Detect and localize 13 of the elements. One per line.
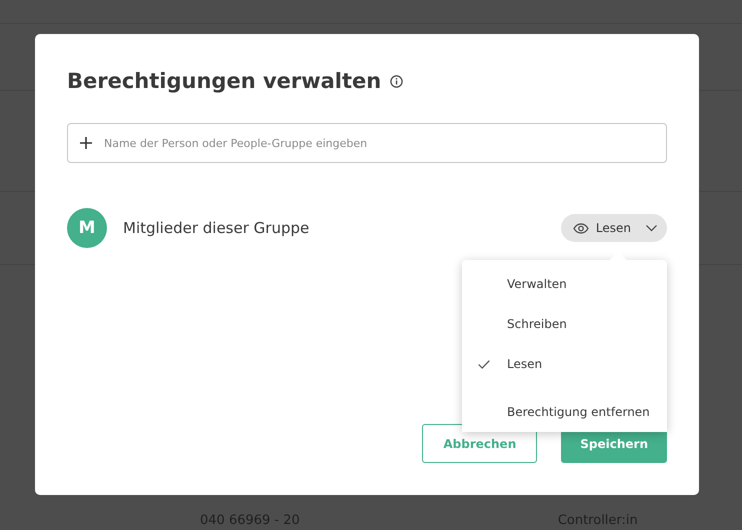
- avatar: M: [67, 208, 107, 248]
- info-icon[interactable]: [390, 74, 404, 88]
- eye-icon: [572, 222, 589, 234]
- menu-item[interactable]: Schreiben: [462, 304, 667, 344]
- caret-icon: [646, 224, 657, 232]
- permission-dropdown[interactable]: Lesen: [560, 214, 667, 242]
- menu-item[interactable]: Verwalten: [462, 264, 667, 304]
- dialog-title: Berechtigungen verwalten: [67, 69, 382, 93]
- menu-item[interactable]: Lesen: [462, 344, 667, 384]
- menu-item[interactable]: Berechtigung entfernen: [462, 392, 667, 432]
- search-field[interactable]: Name der Person oder People-Gruppe eingeben: [67, 123, 667, 163]
- member-name: Mitglieder dieser Gruppe: [123, 219, 310, 237]
- plus-icon: [80, 137, 92, 149]
